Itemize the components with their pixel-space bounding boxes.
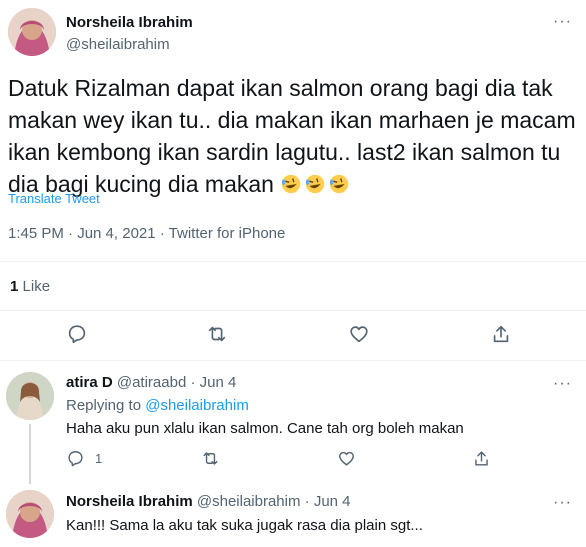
reply-text: Kan!!! Sama la aku tak suka jugak rasa d… (66, 517, 423, 534)
emoji-group (280, 171, 352, 197)
reply-header: Norsheila Ibrahim @sheilaibrahim · Jun 4 (66, 493, 351, 510)
rofl-emoji-icon (306, 174, 325, 194)
author-avatar[interactable] (8, 8, 56, 56)
retweet-button[interactable] (206, 323, 228, 345)
reply-date[interactable]: · Jun 4 (190, 374, 236, 391)
share-icon (475, 451, 488, 466)
author-handle[interactable]: @sheilaibrahim (66, 36, 193, 53)
avatar-image (8, 8, 56, 56)
like-count-link[interactable]: 1 Like (10, 278, 50, 295)
divider (0, 310, 586, 311)
retweet-icon (208, 326, 226, 342)
rofl-emoji-icon (330, 174, 349, 194)
reply-text: Haha aku pun xlalu ikan salmon. Cane tah… (66, 420, 464, 437)
reply-icon (68, 325, 86, 344)
translate-tweet-link[interactable]: Translate Tweet (8, 191, 100, 206)
reply-author-handle[interactable]: @atiraabd (117, 374, 186, 391)
share-button[interactable] (490, 323, 512, 345)
tweet-text: Datuk Rizalman dapat ikan salmon orang b… (8, 72, 578, 200)
more-options-icon[interactable]: ··· (553, 14, 572, 30)
more-options-icon[interactable]: ··· (553, 376, 572, 392)
tweet-timestamp[interactable]: 1:45 PM · Jun 4, 2021 · Twitter for iPho… (8, 225, 285, 242)
avatar-image (6, 490, 54, 538)
reply-count: 1 (95, 451, 103, 466)
reply-author-avatar[interactable] (6, 372, 54, 420)
more-options-icon[interactable]: ··· (553, 495, 572, 511)
retweet-button[interactable] (201, 449, 220, 468)
reply-author-name[interactable]: atira D (66, 374, 113, 391)
reply-button[interactable] (66, 323, 88, 345)
like-button[interactable] (337, 449, 356, 468)
main-author-block: Norsheila Ibrahim @sheilaibrahim (66, 14, 193, 53)
replying-to-handle[interactable]: @sheilaibrahim (145, 397, 249, 414)
replying-to: Replying to @sheilaibrahim (66, 397, 249, 414)
share-icon (493, 325, 509, 343)
author-name[interactable]: Norsheila Ibrahim (66, 14, 193, 31)
like-icon (350, 326, 368, 343)
rofl-emoji-icon (282, 174, 301, 194)
retweet-icon (203, 452, 218, 465)
like-count: 1 (10, 278, 19, 295)
divider (0, 261, 586, 262)
reply-date[interactable]: · Jun 4 (305, 493, 351, 510)
replying-prefix: Replying to (66, 397, 142, 414)
share-button[interactable] (472, 449, 491, 468)
reply-author-handle[interactable]: @sheilaibrahim (197, 493, 301, 510)
reply-icon (68, 451, 83, 467)
reply-author-avatar[interactable] (6, 490, 54, 538)
reply-header: atira D @atiraabd · Jun 4 (66, 374, 236, 391)
reply-author-name[interactable]: Norsheila Ibrahim (66, 493, 193, 510)
reply-button[interactable]: 1 (66, 449, 102, 468)
like-icon (339, 451, 354, 466)
thread-connector (29, 424, 31, 484)
like-button[interactable] (348, 323, 370, 345)
avatar-image (6, 372, 54, 420)
divider (0, 360, 586, 361)
like-label: Like (22, 278, 51, 295)
